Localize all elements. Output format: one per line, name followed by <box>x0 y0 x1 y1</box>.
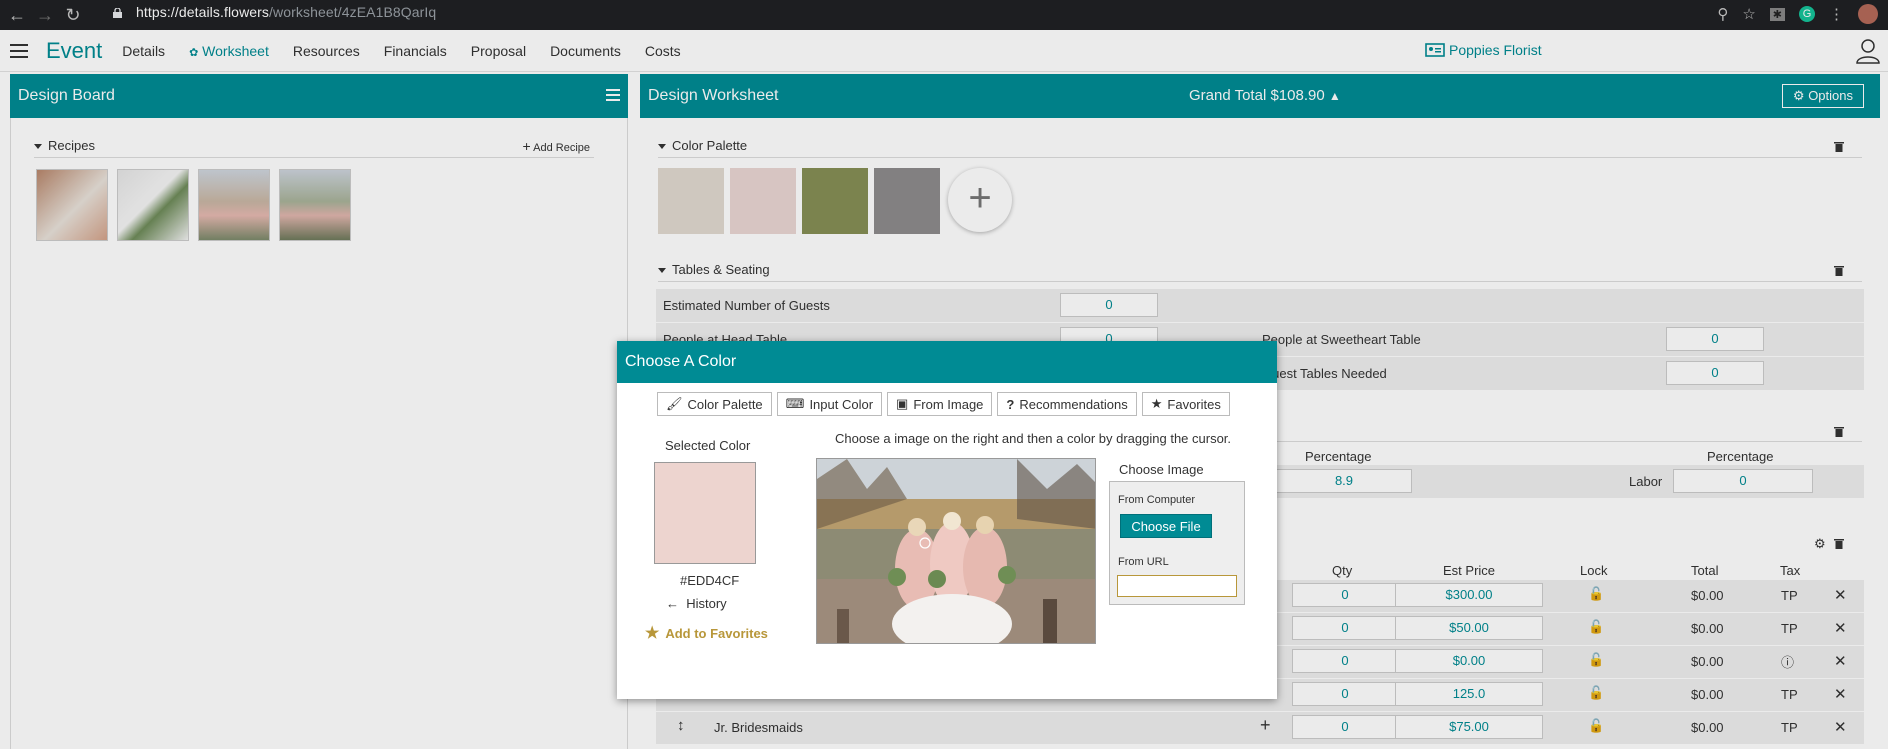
selected-color-label: Selected Color <box>665 438 751 453</box>
dialog-title: Choose A Color <box>617 341 1277 383</box>
tab-input-color[interactable]: ⌨ Input Color <box>776 392 883 416</box>
choose-color-dialog: Choose A Color 🖌 Color Palette ⌨ Input Col… <box>617 341 1277 699</box>
from-computer-label: From Computer <box>1118 494 1196 506</box>
question-icon: ? <box>1006 396 1015 412</box>
keyboard-icon: ⌨ <box>785 396 805 411</box>
tab-label: Input Color <box>809 396 874 412</box>
tab-label: Color Palette <box>687 396 763 412</box>
star-icon: ★ <box>645 625 660 642</box>
image-instruction: Choose a image on the right and then a c… <box>835 431 1232 446</box>
add-favorites-label: Add to Favorites <box>665 625 768 641</box>
tab-from-image[interactable]: ▣ From Image <box>887 392 993 416</box>
image-url-input[interactable] <box>1117 575 1237 597</box>
choose-image-label: Choose Image <box>1119 462 1204 477</box>
star-icon: ★ <box>1150 396 1163 411</box>
color-source-tabs: 🖌 Color Palette ⌨ Input Color ▣ From Image … <box>657 392 1230 416</box>
tab-label: Favorites <box>1167 396 1221 412</box>
image-icon: ▣ <box>896 396 909 411</box>
tab-recommendations[interactable]: ? Recommendations <box>997 392 1137 416</box>
selected-color-hex: #EDD4CF <box>680 573 740 588</box>
brush-icon: 🖌 <box>666 396 683 411</box>
choose-image-panel: From Computer Choose File From URL <box>1109 481 1245 605</box>
color-picker-image[interactable] <box>816 458 1096 644</box>
add-to-favorites-button[interactable]: ★ Add to Favorites <box>645 623 768 643</box>
tab-label: Recommendations <box>1019 396 1128 412</box>
from-url-label: From URL <box>1118 556 1169 568</box>
bridal-party-photo <box>817 459 1095 643</box>
tab-label: From Image <box>913 396 984 412</box>
selected-color-swatch <box>654 462 756 564</box>
tab-favorites[interactable]: ★ Favorites <box>1141 392 1230 416</box>
history-button[interactable]: ← History <box>666 596 727 611</box>
arrow-left-icon: ← <box>666 596 679 611</box>
history-label: History <box>686 596 727 611</box>
choose-file-button[interactable]: Choose File <box>1120 514 1212 538</box>
tab-color-palette[interactable]: 🖌 Color Palette <box>657 392 772 416</box>
